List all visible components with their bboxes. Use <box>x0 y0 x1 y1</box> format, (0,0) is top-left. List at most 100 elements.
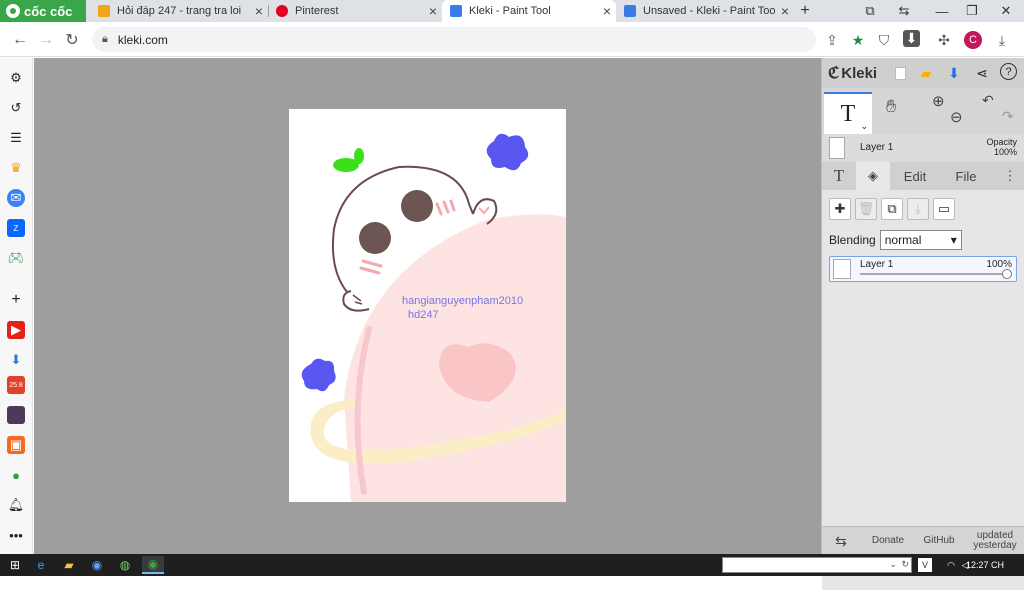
zoom-in-icon[interactable]: ⊕ <box>932 92 945 110</box>
layer-opacity-knob[interactable] <box>1002 269 1012 279</box>
tab-strip: cốc cốc Hỏi đáp 247 - trang tra loi × Pi… <box>0 0 1024 22</box>
youtube-icon[interactable]: ▶ <box>7 321 25 339</box>
app-v-icon[interactable]: V <box>918 558 932 572</box>
photo-shortcut-icon[interactable] <box>7 406 25 424</box>
blending-row: Blending normal ▾ <box>829 230 962 250</box>
maximize-icon[interactable]: ❐ <box>958 0 986 22</box>
messenger-icon[interactable]: ✉ <box>7 189 25 207</box>
downloads-icon[interactable]: ⤓ <box>992 30 1012 50</box>
tab-pinterest[interactable]: Pinterest × <box>268 0 442 22</box>
ticket-icon[interactable]: ▣ <box>7 436 25 454</box>
redo-icon[interactable]: ↷ <box>1002 108 1014 125</box>
bookmark-star-icon[interactable]: ★ <box>848 30 868 50</box>
address-bar[interactable]: 🔒︎ kleki.com <box>92 27 816 52</box>
coccoc-brand-button[interactable]: cốc cốc <box>0 0 86 22</box>
edge-icon[interactable]: e <box>30 556 52 574</box>
donate-link[interactable]: Donate <box>866 527 910 555</box>
chevron-down-icon: ▾ <box>950 233 957 247</box>
extensions-icon[interactable]: ✣ <box>934 30 954 50</box>
profile-avatar[interactable]: C <box>964 31 982 49</box>
more-icon[interactable]: ••• <box>7 526 25 544</box>
watermark-line-2: hd247 <box>408 309 439 321</box>
kleki-favicon-icon <box>624 5 636 17</box>
close-icon[interactable]: × <box>598 3 616 19</box>
tab-search-icon[interactable]: ⧉ <box>856 0 884 22</box>
bell-icon[interactable]: 🔔︎ <box>7 496 25 514</box>
save-download-icon[interactable]: ⬇ <box>944 63 964 83</box>
blending-select[interactable]: normal ▾ <box>879 230 962 250</box>
restore-tabs-icon[interactable]: ⇆ <box>890 0 918 22</box>
taskbar-search-box[interactable]: ⌄ ↻ <box>722 557 912 573</box>
duplicate-layer-button[interactable]: ⧉ <box>881 198 903 220</box>
rename-layer-button[interactable]: ▭ <box>933 198 955 220</box>
crown-icon[interactable]: ♛ <box>7 159 25 177</box>
download-shortcut-icon[interactable]: ⬇ <box>7 351 25 369</box>
current-layer-bar[interactable]: Layer 1 Opacity 100% <box>822 134 1024 162</box>
new-tab-button[interactable]: + <box>796 0 814 22</box>
back-icon[interactable]: ← <box>8 28 32 52</box>
kleki-app-name: Kleki <box>841 64 878 82</box>
shield-icon[interactable]: ⛉ <box>874 30 894 50</box>
reload-icon[interactable]: ↻ <box>60 28 84 52</box>
tab-layers[interactable]: ◈ <box>856 162 890 190</box>
chat-icon[interactable]: ● <box>7 466 25 484</box>
merge-down-button[interactable]: ⤓ <box>907 198 929 220</box>
more-vertical-icon[interactable]: ⋮ <box>1000 162 1020 190</box>
windows-start-icon[interactable]: ⊞ <box>4 556 26 574</box>
share-icon[interactable]: ⋖ <box>972 63 992 83</box>
share-icon[interactable]: ⇪ <box>822 30 842 50</box>
tab-title: Kleki - Paint Tool <box>469 5 551 17</box>
zalo-icon[interactable]: Z <box>7 219 25 237</box>
text-tool-button[interactable]: T ⌄ <box>824 92 872 134</box>
close-icon[interactable]: × <box>250 3 268 19</box>
panel-tabs: T ◈ Edit File ⋮ <box>822 162 1024 190</box>
tab-edit[interactable]: Edit <box>896 162 934 190</box>
layer-list-item[interactable]: Layer 1 100% <box>829 256 1017 282</box>
forward-icon[interactable]: → <box>34 28 58 52</box>
zoom-out-icon[interactable]: ⊖ <box>950 108 963 126</box>
help-icon[interactable]: ? <box>1000 63 1017 80</box>
kleki-logo[interactable]: ℭ Kleki <box>828 63 877 83</box>
canvas-workspace[interactable]: hangianguyenpham2010 hd247 <box>34 58 821 554</box>
calendar-icon[interactable]: 25.8 <box>7 376 25 394</box>
close-icon[interactable]: × <box>424 3 442 19</box>
file-explorer-icon[interactable]: ▰ <box>58 556 80 574</box>
gear-icon[interactable]: ⚙ <box>7 69 25 87</box>
chevron-down-icon: ⌄ <box>860 121 868 131</box>
layer-opacity-slider[interactable] <box>860 273 1010 275</box>
current-layer-name: Layer 1 <box>860 142 894 153</box>
close-window-icon[interactable]: ✕ <box>992 0 1020 22</box>
tab-file[interactable]: File <box>946 162 986 190</box>
kleki-header: ℭ Kleki ▰ ⬇ ⋖ ? <box>822 58 1024 88</box>
drawing-canvas[interactable]: hangianguyenpham2010 hd247 <box>289 109 566 502</box>
gamepad-icon[interactable]: 🎮︎ <box>7 249 25 267</box>
coccoc-taskbar-icon[interactable]: ◉ <box>142 556 164 574</box>
kleki-sidebar: ℭ Kleki ▰ ⬇ ⋖ ? T ⌄ ✋︎ ⊕ ⊖ ↶ ↷ Layer 1 Op… <box>821 58 1024 590</box>
zoom-app-icon[interactable]: ◉ <box>86 556 108 574</box>
hand-tool-icon[interactable]: ✋︎ <box>886 96 896 117</box>
history-icon[interactable]: ↺ <box>7 99 25 117</box>
watermark-line-1: hangianguyenpham2010 <box>402 295 524 307</box>
undo-icon[interactable]: ↶ <box>982 92 994 109</box>
add-layer-button[interactable]: ✚ <box>829 198 851 220</box>
add-icon[interactable]: + <box>7 291 25 309</box>
swap-side-icon[interactable]: ⇆ <box>826 527 856 555</box>
opacity-label: Opacity <box>986 137 1017 147</box>
tab-kleki-unsaved[interactable]: Unsaved - Kleki - Paint Tool × <box>616 0 794 22</box>
tab-tool-settings[interactable]: T <box>822 162 856 190</box>
github-link[interactable]: GitHub <box>916 527 962 555</box>
taskbar-clock[interactable]: 12:27 CH <box>966 554 1004 576</box>
tab-title: Unsaved - Kleki - Paint Tool <box>643 5 776 17</box>
kleki-logo-icon: ℭ <box>828 65 840 82</box>
tab-hoidap[interactable]: Hỏi đáp 247 - trang tra loi × <box>90 0 268 22</box>
open-folder-icon[interactable]: ▰ <box>916 63 936 83</box>
delete-layer-button[interactable]: 🗑︎ <box>855 198 877 220</box>
reading-list-icon[interactable]: ☰ <box>7 129 25 147</box>
browser-app-icon[interactable]: ◍ <box>114 556 136 574</box>
tab-kleki-active[interactable]: Kleki - Paint Tool × <box>442 0 616 22</box>
download-icon[interactable]: ⬇ <box>903 30 920 47</box>
new-image-icon[interactable] <box>890 63 910 83</box>
coccoc-logo-icon <box>6 4 20 18</box>
minimize-icon[interactable]: — <box>928 0 956 22</box>
close-icon[interactable]: × <box>776 3 794 19</box>
